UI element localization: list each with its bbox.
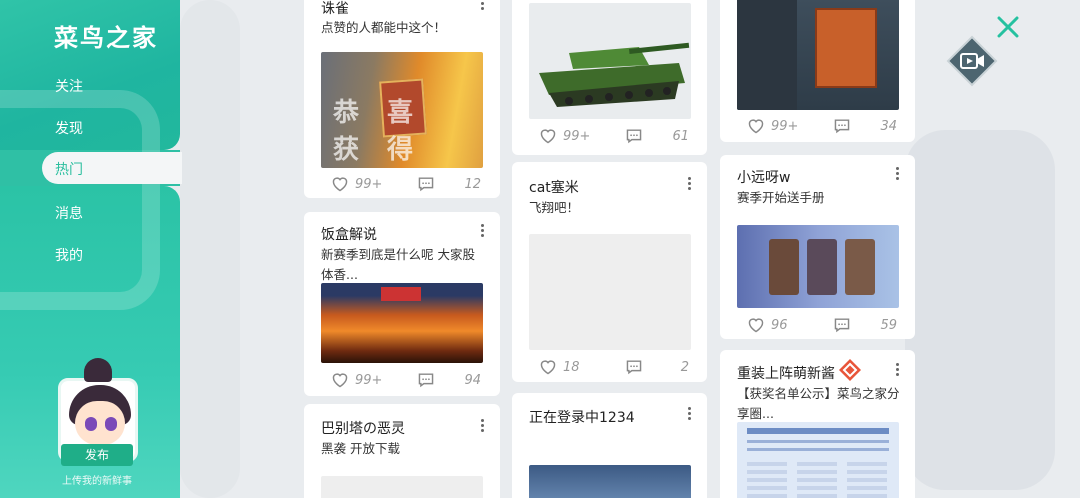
post-stats: 18 2 (529, 359, 691, 379)
tank-image (539, 42, 690, 107)
more-vertical-icon[interactable] (683, 176, 695, 192)
like-count: 99+ (355, 372, 383, 388)
comment-icon (418, 177, 434, 192)
post-image[interactable]: 恭喜获得 (321, 52, 483, 168)
heart-outline-icon (332, 177, 348, 192)
like-button[interactable]: 99+ (331, 372, 385, 388)
post-image[interactable] (529, 465, 691, 498)
background-shape (905, 130, 1055, 490)
close-icon[interactable] (995, 14, 1021, 40)
post-author: 重装上阵萌新酱 (737, 366, 835, 382)
post-stats: 99+ 61 (529, 128, 691, 148)
post-author: 饭盒解说 (321, 227, 377, 243)
publish-widget[interactable]: 发布 (58, 358, 138, 468)
heart-outline-icon (748, 318, 764, 333)
post-text: 黑袭 开放下载 (321, 441, 400, 456)
post-card[interactable]: 99+ 34 (720, 0, 915, 142)
comment-button[interactable]: 94 (417, 372, 481, 388)
post-author: 正在登录中1234 (529, 410, 635, 426)
like-count: 18 (563, 359, 580, 375)
mascot-hair-bun (84, 358, 112, 382)
like-count: 99+ (355, 176, 383, 192)
comment-count: 12 (464, 176, 481, 192)
more-vertical-icon[interactable] (683, 406, 695, 422)
comment-count: 34 (880, 118, 897, 134)
comment-icon (834, 119, 850, 134)
like-count: 99+ (771, 118, 799, 134)
comment-button[interactable]: 2 (625, 359, 689, 375)
post-image[interactable] (529, 234, 691, 350)
like-button[interactable]: 99+ (331, 176, 385, 192)
comment-count: 94 (464, 372, 481, 388)
post-card[interactable]: cat塞米 飞翔吧！ 18 2 (512, 162, 707, 382)
post-card[interactable]: 饭盒解说 新赛季到底是什么呢 大家股体香... 99+ 94 (304, 212, 500, 396)
post-author: 小远呀w (737, 170, 791, 186)
post-author: 诛雀 (321, 1, 349, 17)
publish-button[interactable]: 发布 (61, 444, 133, 466)
post-image[interactable] (737, 0, 899, 110)
post-text: 飞翔吧！ (529, 200, 580, 215)
post-author: cat塞米 (529, 180, 579, 196)
comment-icon (626, 360, 642, 375)
comment-icon (626, 129, 642, 144)
post-card[interactable]: 诛雀 点赞的人都能中这个！ 恭喜获得 99+ 12 (304, 0, 500, 198)
comment-icon (418, 373, 434, 388)
post-text: 点赞的人都能中这个！ (321, 20, 447, 35)
like-button[interactable]: 99+ (539, 128, 593, 144)
post-card[interactable]: 巴别塔の恶灵 黑袭 开放下载 (304, 404, 500, 498)
post-stats: 99+ 94 (321, 372, 483, 392)
verified-badge-icon (839, 359, 861, 381)
more-vertical-icon[interactable] (476, 223, 488, 239)
app-title: 菜鸟之家 (54, 24, 158, 52)
post-card[interactable]: 重装上阵萌新酱 【获奖名单公示】菜鸟之家分享圈... (720, 350, 915, 498)
video-camera-icon[interactable] (946, 35, 998, 87)
post-card[interactable]: 正在登录中1234 (512, 393, 707, 498)
post-author: 巴别塔の恶灵 (321, 421, 405, 437)
post-stats: 99+ 12 (321, 176, 483, 196)
more-vertical-icon[interactable] (476, 0, 488, 12)
post-stats: 96 59 (737, 317, 899, 337)
nav-item-discover[interactable]: 发现 (55, 118, 83, 138)
post-text: 新赛季到底是什么呢 大家股体香... (321, 247, 475, 282)
post-image[interactable] (529, 3, 691, 119)
background-shape (180, 0, 240, 498)
comment-count: 61 (672, 128, 689, 144)
like-count: 96 (771, 317, 788, 333)
post-card[interactable]: 99+ 61 (512, 0, 707, 155)
like-button[interactable]: 99+ (747, 118, 801, 134)
post-image[interactable] (737, 225, 899, 308)
comment-button[interactable]: 34 (833, 118, 897, 134)
post-image[interactable] (321, 476, 483, 498)
nav-item-follow[interactable]: 关注 (55, 76, 83, 96)
nav-item-profile[interactable]: 我的 (55, 245, 83, 265)
post-image[interactable] (321, 283, 483, 363)
heart-outline-icon (748, 119, 764, 134)
sidebar: 菜鸟之家 关注 发现 热门 消息 我的 发布 上传我的新鲜事 (0, 0, 182, 498)
more-vertical-icon[interactable] (891, 362, 903, 378)
publish-hint: 上传我的新鲜事 (62, 476, 132, 487)
nav-item-hot-label: 热门 (55, 162, 83, 178)
post-card[interactable]: 小远呀w 赛季开始送手册 96 59 (720, 155, 915, 339)
heart-outline-icon (540, 360, 556, 375)
post-image[interactable] (737, 422, 899, 498)
comment-button[interactable]: 12 (417, 176, 481, 192)
comment-button[interactable]: 59 (833, 317, 897, 333)
more-vertical-icon[interactable] (891, 166, 903, 182)
more-vertical-icon[interactable] (476, 418, 488, 434)
post-text: 【获奖名单公示】菜鸟之家分享圈... (737, 386, 900, 421)
heart-outline-icon (540, 129, 556, 144)
post-text: 赛季开始送手册 (737, 190, 825, 205)
like-button[interactable]: 96 (747, 317, 801, 333)
like-button[interactable]: 18 (539, 359, 593, 375)
post-stats: 99+ 34 (737, 118, 899, 138)
banner-text: 恭喜获得 (333, 98, 442, 165)
nav-item-messages[interactable]: 消息 (55, 203, 83, 223)
comment-button[interactable]: 61 (625, 128, 689, 144)
comment-count: 59 (880, 317, 897, 333)
heart-outline-icon (332, 373, 348, 388)
comment-count: 2 (680, 359, 689, 375)
comment-icon (834, 318, 850, 333)
like-count: 99+ (563, 128, 591, 144)
